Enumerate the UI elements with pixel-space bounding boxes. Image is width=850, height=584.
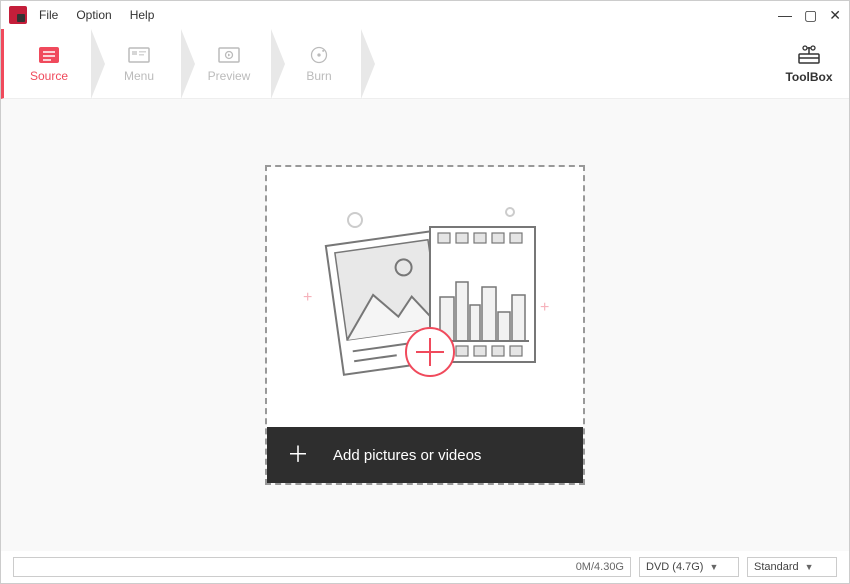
menu-icon xyxy=(127,45,151,65)
title-bar: File Option Help — ▢ ✕ xyxy=(1,1,849,29)
step-source-label: Source xyxy=(30,69,68,83)
window-controls: — ▢ ✕ xyxy=(778,8,841,22)
svg-text:+: + xyxy=(303,289,312,306)
status-bar: 0M/4.30G DVD (4.7G) ▼ Standard ▼ xyxy=(1,551,849,583)
step-source[interactable]: Source xyxy=(4,29,94,98)
menu-bar: File Option Help xyxy=(39,8,154,22)
menu-file[interactable]: File xyxy=(39,8,58,22)
step-menu-label: Menu xyxy=(124,69,154,83)
svg-text:+: + xyxy=(540,299,549,316)
app-logo-icon xyxy=(9,6,27,24)
chevron-down-icon: ▼ xyxy=(805,562,814,572)
close-icon[interactable]: ✕ xyxy=(829,8,841,22)
plus-icon: ＋ xyxy=(287,444,309,466)
preview-icon xyxy=(217,45,241,65)
media-illustration-icon: + + xyxy=(295,202,555,392)
add-media-dropzone[interactable]: + + xyxy=(265,165,585,485)
disc-type-dropdown[interactable]: DVD (4.7G) ▼ xyxy=(639,557,739,577)
step-arrow-icon xyxy=(272,29,286,99)
disc-usage-meter: 0M/4.30G xyxy=(13,557,631,577)
disc-usage-text: 0M/4.30G xyxy=(576,561,624,573)
quality-dropdown[interactable]: Standard ▼ xyxy=(747,557,837,577)
step-arrow-icon xyxy=(182,29,196,99)
dropzone-action-bar: ＋ Add pictures or videos xyxy=(267,427,583,483)
dropzone-illustration: + + xyxy=(267,167,583,427)
minimize-icon[interactable]: — xyxy=(778,8,792,22)
step-menu[interactable]: Menu xyxy=(94,29,184,98)
toolbox-label: ToolBox xyxy=(785,70,832,84)
menu-help[interactable]: Help xyxy=(130,8,155,22)
step-arrow-icon xyxy=(92,29,106,99)
toolbox-button[interactable]: ToolBox xyxy=(769,29,849,98)
burn-icon xyxy=(307,45,331,65)
dropzone-label: Add pictures or videos xyxy=(333,447,481,464)
toolbox-icon xyxy=(796,44,822,66)
step-burn-label: Burn xyxy=(306,69,331,83)
step-preview-label: Preview xyxy=(208,69,251,83)
step-burn[interactable]: Burn xyxy=(274,29,364,98)
quality-value: Standard xyxy=(754,561,799,573)
menu-option[interactable]: Option xyxy=(76,8,111,22)
disc-type-value: DVD (4.7G) xyxy=(646,561,703,573)
maximize-icon[interactable]: ▢ xyxy=(804,8,817,22)
step-preview[interactable]: Preview xyxy=(184,29,274,98)
step-bar: Source Menu Preview Burn ToolBox xyxy=(1,29,849,99)
main-area: + + xyxy=(1,99,849,551)
step-arrow-icon xyxy=(362,29,376,99)
source-icon xyxy=(37,45,61,65)
chevron-down-icon: ▼ xyxy=(709,562,718,572)
